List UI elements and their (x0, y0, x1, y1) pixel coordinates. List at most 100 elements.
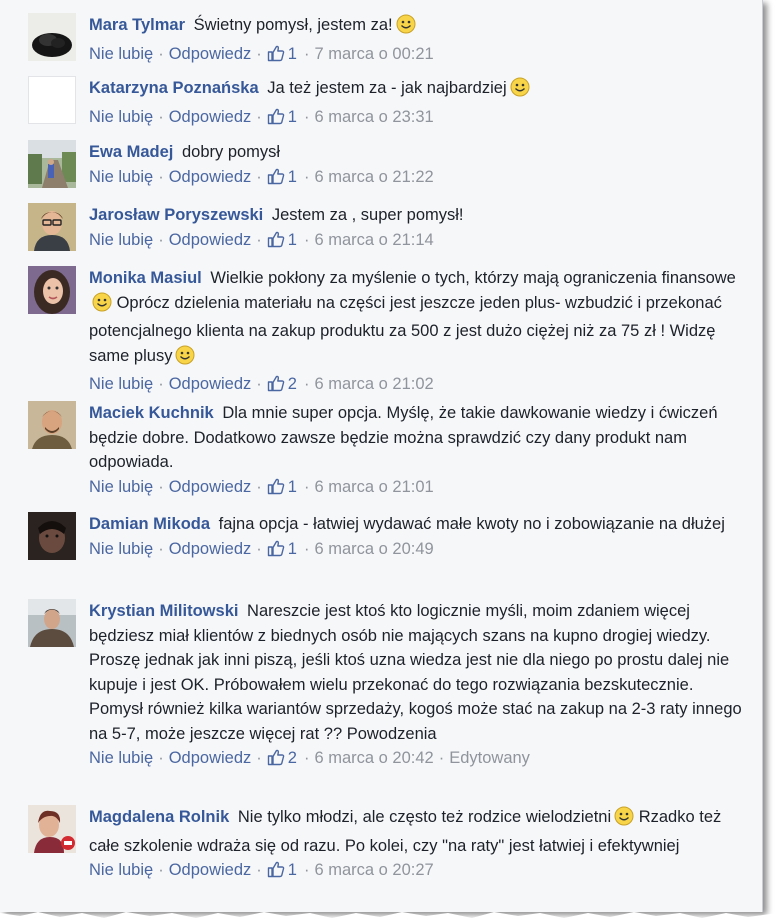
comment-text: Magdalena Rolnik Nie tylko młodzi, ale c… (89, 805, 749, 858)
thumbs-up-icon[interactable] (267, 44, 285, 68)
comment-timestamp[interactable]: 6 marca o 20:42 (314, 749, 433, 767)
avatar[interactable] (28, 140, 76, 188)
thumbs-up-icon[interactable] (267, 374, 285, 398)
thumbs-up-icon[interactable] (267, 748, 285, 772)
comment-author[interactable]: Damian Mikoda (89, 515, 210, 533)
comment-body: dobry pomysł (181, 143, 281, 161)
like-count[interactable]: 1 (288, 168, 297, 186)
reply-button[interactable]: Odpowiedz (169, 168, 252, 186)
comment-timestamp[interactable]: 6 marca o 21:01 (314, 478, 433, 496)
avatar-photo (28, 266, 76, 314)
thumbs-up-icon[interactable] (267, 107, 285, 131)
unlike-button[interactable]: Nie lubię (89, 861, 153, 879)
comment-timestamp[interactable]: 6 marca o 20:27 (314, 861, 433, 879)
unlike-button[interactable]: Nie lubię (89, 231, 153, 249)
like-count[interactable]: 2 (288, 749, 297, 767)
like-count[interactable]: 1 (288, 108, 297, 126)
avatar-photo (28, 599, 76, 647)
comment-author[interactable]: Krystian Militowski (89, 602, 238, 620)
comment-actions: Nie lubię · Odpowiedz · 1 · 6 marca o 21:22 (89, 166, 749, 191)
comment-actions: Nie lubię · Odpowiedz · 1 · 6 marca o 23:31 (89, 106, 749, 131)
avatar[interactable] (28, 76, 76, 124)
like-count[interactable]: 1 (288, 540, 297, 558)
like-count[interactable]: 1 (288, 861, 297, 879)
unlike-button[interactable]: Nie lubię (89, 375, 153, 393)
comment-thread: Mara Tylmar Świetny pomysł, jestem za! N… (0, 0, 763, 912)
unlike-button[interactable]: Nie lubię (89, 478, 153, 496)
unlike-button[interactable]: Nie lubię (89, 45, 153, 63)
unlike-button[interactable]: Nie lubię (89, 749, 153, 767)
comment-timestamp[interactable]: 6 marca o 21:02 (314, 375, 433, 393)
avatar[interactable] (28, 13, 76, 61)
like-count[interactable]: 1 (288, 45, 297, 63)
unlike-button[interactable]: Nie lubię (89, 540, 153, 558)
comment-text: Maciek Kuchnik Dla mnie super opcja. Myś… (89, 401, 749, 475)
comment-timestamp[interactable]: 6 marca o 21:22 (314, 168, 433, 186)
comment-text: Jarosław Poryszewski Jestem za , super p… (89, 203, 749, 228)
smiley-emoji-icon (175, 345, 195, 373)
avatar-rose-image (28, 13, 76, 61)
comment-actions: Nie lubię · Odpowiedz · 2 · 6 marca o 21:02 (89, 373, 749, 398)
comment-author[interactable]: Monika Masiul (89, 269, 202, 287)
comment-timestamp[interactable]: 6 marca o 21:14 (314, 231, 433, 249)
avatar-photo (28, 805, 76, 853)
comment-author[interactable]: Maciek Kuchnik (89, 404, 214, 422)
comment-text: Katarzyna Poznańska Ja też jestem za - j… (89, 76, 749, 105)
avatar[interactable] (28, 512, 76, 560)
smiley-emoji-icon (396, 14, 416, 42)
comment-author[interactable]: Ewa Madej (89, 143, 173, 161)
comment-timestamp[interactable]: 7 marca o 00:21 (314, 45, 433, 63)
unlike-button[interactable]: Nie lubię (89, 168, 153, 186)
comment-timestamp[interactable]: 6 marca o 20:49 (314, 540, 433, 558)
comment-author[interactable]: Magdalena Rolnik (89, 808, 229, 826)
comment-body: Jestem za , super pomysł! (271, 206, 464, 224)
avatar[interactable] (28, 401, 76, 449)
reply-button[interactable]: Odpowiedz (169, 540, 252, 558)
smiley-emoji-icon (510, 77, 530, 105)
comment-body: Ja też jestem za - jak najbardziej (267, 79, 507, 97)
comment-actions: Nie lubię · Odpowiedz · 1 · 7 marca o 00:21 (89, 43, 749, 68)
reply-button[interactable]: Odpowiedz (169, 749, 252, 767)
thumbs-up-icon[interactable] (267, 230, 285, 254)
comment-timestamp[interactable]: 6 marca o 23:31 (314, 108, 433, 126)
thumbs-up-icon[interactable] (267, 539, 285, 563)
reply-button[interactable]: Odpowiedz (169, 478, 252, 496)
avatar-photo (28, 512, 76, 560)
comment-body: fajna opcja - łatwiej wydawać małe kwoty… (218, 515, 725, 533)
comment-author[interactable]: Mara Tylmar (89, 16, 185, 34)
avatar-photo (28, 203, 76, 251)
avatar[interactable] (28, 266, 76, 314)
comment-actions: Nie lubię · Odpowiedz · 1 · 6 marca o 21:01 (89, 476, 749, 501)
avatar[interactable] (28, 599, 76, 647)
reply-button[interactable]: Odpowiedz (169, 231, 252, 249)
comment-text: Mara Tylmar Świetny pomysł, jestem za! (89, 13, 749, 42)
avatar-photo (28, 140, 76, 188)
edited-label[interactable]: Edytowany (449, 749, 530, 767)
avatar[interactable] (28, 805, 76, 853)
like-count[interactable]: 1 (288, 478, 297, 496)
comment-actions: Nie lubię · Odpowiedz · 1 · 6 marca o 20:27 (89, 859, 749, 884)
reply-button[interactable]: Odpowiedz (169, 375, 252, 393)
comment-body: Nareszcie jest ktoś kto logicznie myśli,… (89, 602, 742, 743)
comment-body: Świetny pomysł, jestem za! (193, 16, 393, 34)
smiley-emoji-icon (614, 806, 634, 834)
thumbs-up-icon[interactable] (267, 477, 285, 501)
smiley-emoji-icon (92, 292, 112, 320)
comment-author[interactable]: Katarzyna Poznańska (89, 79, 259, 97)
unlike-button[interactable]: Nie lubię (89, 108, 153, 126)
comment-text: Damian Mikoda fajna opcja - łatwiej wyda… (89, 512, 749, 537)
torn-edge-decoration (0, 912, 778, 921)
thumbs-up-icon[interactable] (267, 860, 285, 884)
avatar[interactable] (28, 203, 76, 251)
reply-button[interactable]: Odpowiedz (169, 45, 252, 63)
comment-author[interactable]: Jarosław Poryszewski (89, 206, 263, 224)
avatar-photo (28, 401, 76, 449)
thumbs-up-icon[interactable] (267, 167, 285, 191)
comment-body: Nie tylko młodzi, ale często też rodzice… (237, 808, 612, 826)
comment-actions: Nie lubię · Odpowiedz · 1 · 6 marca o 21:14 (89, 229, 749, 254)
comment-text: Krystian Militowski Nareszcie jest ktoś … (89, 599, 749, 746)
like-count[interactable]: 2 (288, 375, 297, 393)
reply-button[interactable]: Odpowiedz (169, 861, 252, 879)
reply-button[interactable]: Odpowiedz (169, 108, 252, 126)
like-count[interactable]: 1 (288, 231, 297, 249)
